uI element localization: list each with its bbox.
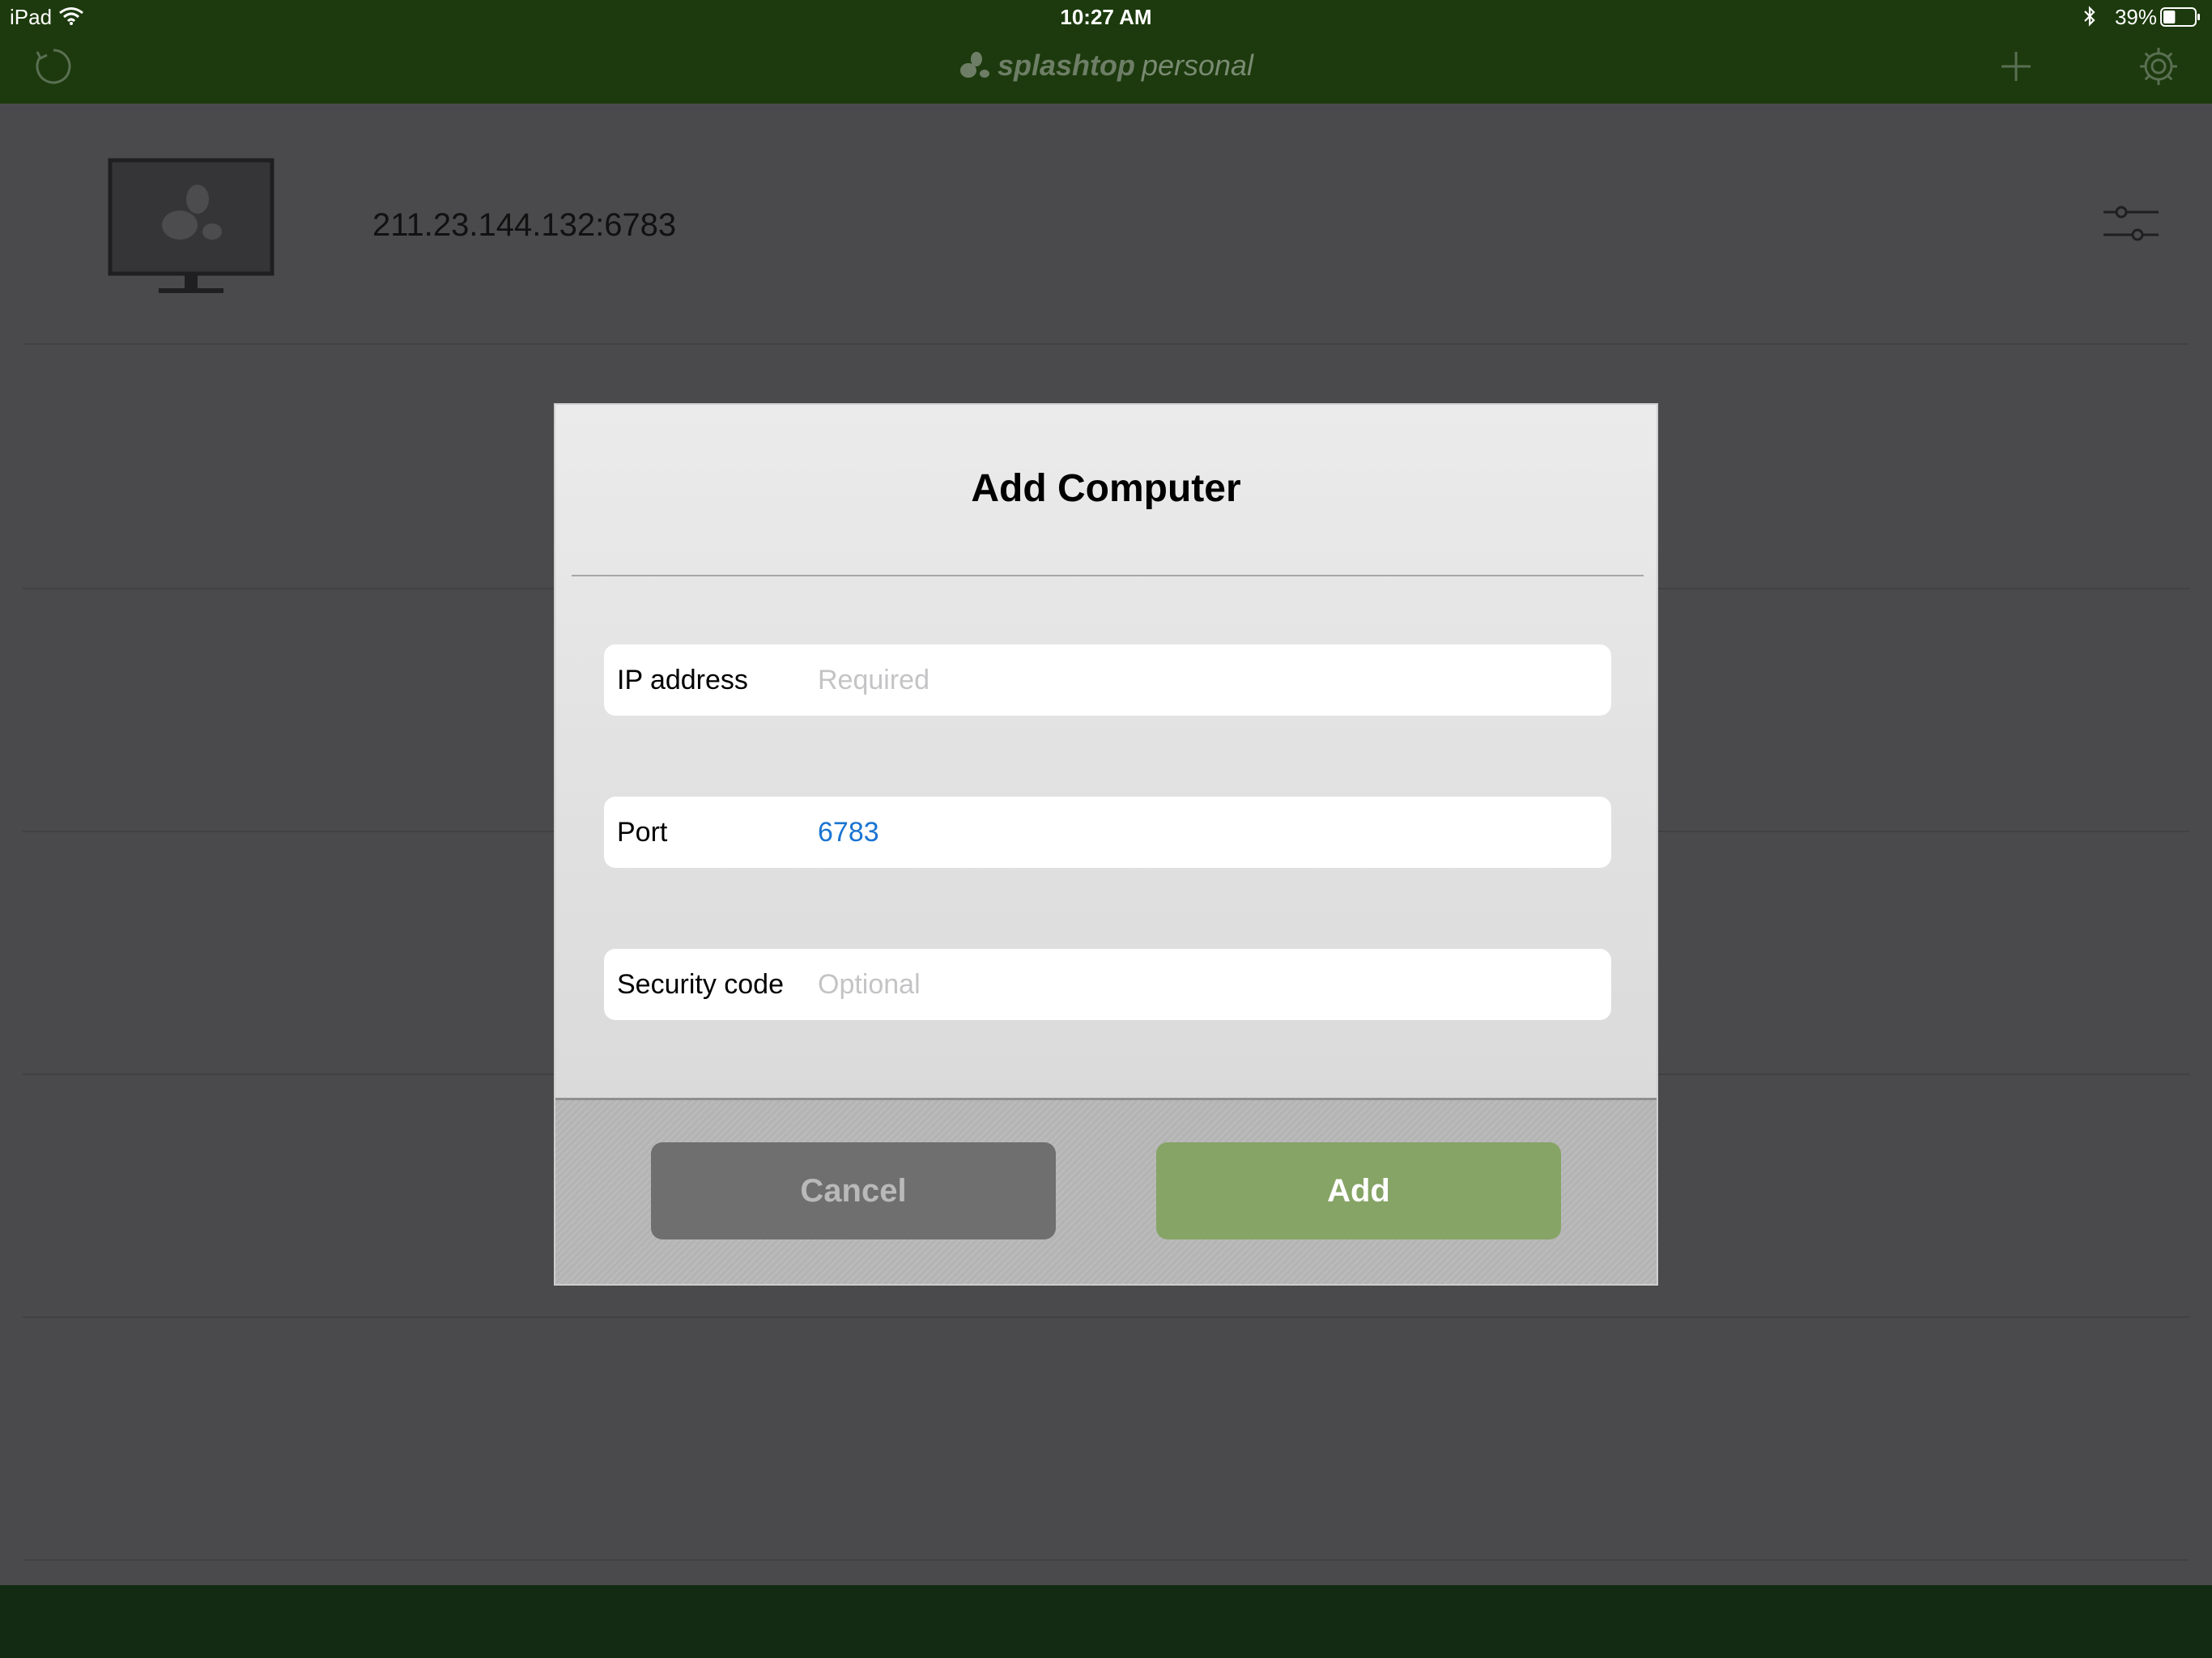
add-computer-dialog: Add Computer IP address Port Security co… (554, 403, 1658, 1286)
dialog-title: Add Computer (971, 467, 1241, 510)
computer-monitor-icon (108, 158, 274, 293)
security-code-label: Security code (617, 969, 784, 1000)
row-divider (23, 1316, 2189, 1318)
brand-edition: personal (1141, 49, 1254, 82)
top-bar: iPad 10:27 AM 39% splashtop personal (0, 0, 2212, 104)
status-battery-percent: 39% (2114, 5, 2157, 29)
brand-logo: splashtop personal (0, 49, 2212, 83)
security-code-field[interactable]: Security code (604, 949, 1611, 1020)
computer-address: 211.23.144.132:6783 (372, 207, 677, 243)
ip-address-input[interactable] (818, 656, 1579, 704)
brand-name: splashtop (997, 49, 1135, 82)
battery-icon (2160, 7, 2200, 27)
ip-address-field[interactable]: IP address (604, 644, 1611, 716)
port-input[interactable] (818, 808, 1579, 857)
dialog-divider (572, 575, 1644, 576)
splashtop-logo-icon (959, 52, 989, 78)
dialog-footer: Cancel Add (555, 1098, 1657, 1284)
row-settings-sliders-icon[interactable] (2102, 202, 2160, 244)
app-screen: iPad 10:27 AM 39% splashtop personal 211… (0, 0, 2212, 1658)
gear-icon[interactable] (2138, 45, 2180, 87)
add-button[interactable]: Add (1156, 1142, 1561, 1239)
port-label: Port (617, 817, 668, 848)
row-divider (23, 343, 2189, 345)
bluetooth-icon (2084, 6, 2095, 27)
status-time: 10:27 AM (1060, 5, 1152, 29)
security-code-input[interactable] (818, 960, 1579, 1009)
row-divider (23, 1559, 2189, 1561)
port-field[interactable]: Port (604, 797, 1611, 868)
cancel-button[interactable]: Cancel (651, 1142, 1056, 1239)
ip-address-label: IP address (617, 665, 748, 695)
add-icon[interactable] (2000, 50, 2032, 83)
bottom-bar (0, 1585, 2212, 1658)
